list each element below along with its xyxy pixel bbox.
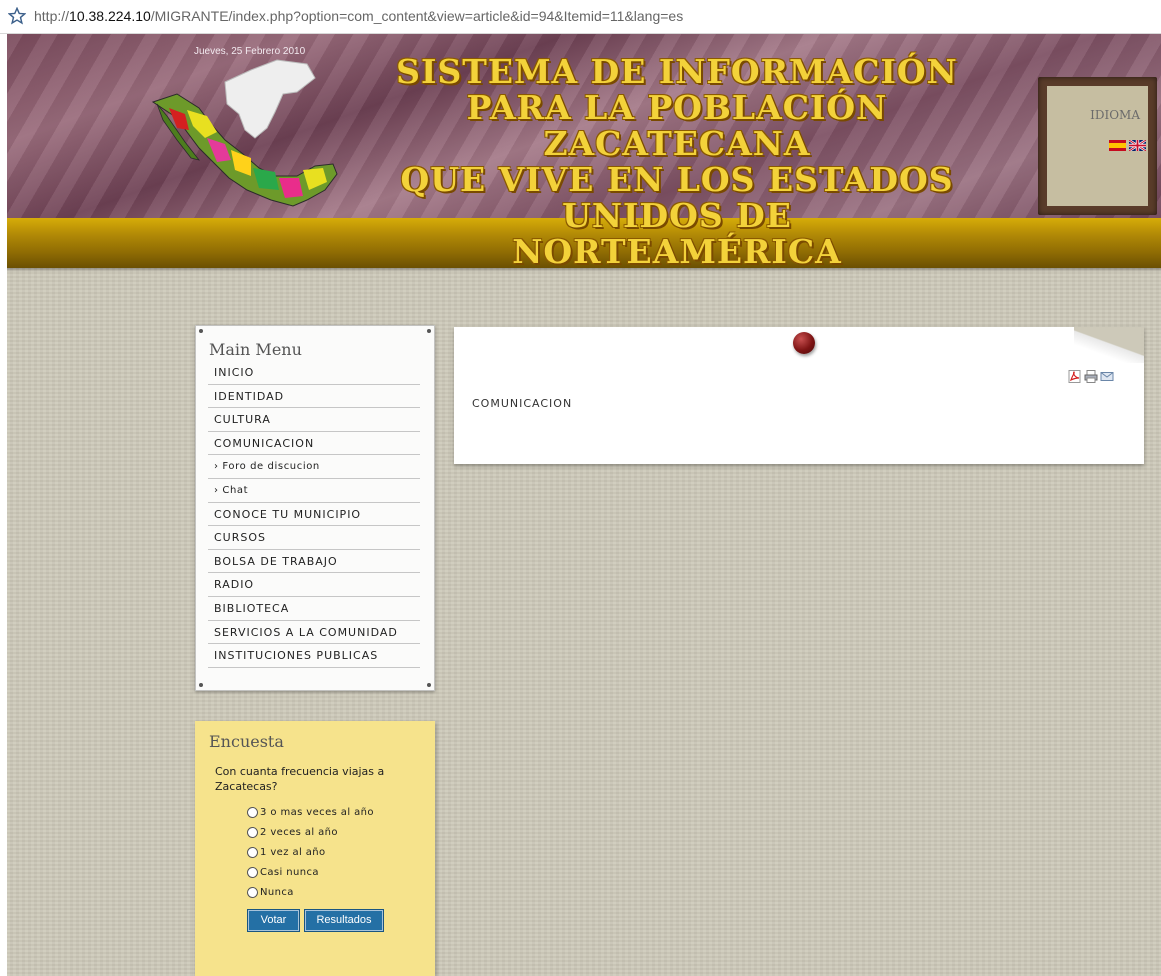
poll-title: Encuesta bbox=[209, 732, 284, 751]
menu-item[interactable]: COMUNICACION bbox=[208, 432, 420, 456]
menu-item[interactable]: IDENTIDAD bbox=[208, 385, 420, 409]
menu-item[interactable]: INSTITUCIONES PUBLICAS bbox=[208, 644, 420, 668]
site-title: SISTEMA DE INFORMACIÓN PARA LA POBLACIÓN… bbox=[337, 54, 1017, 270]
menu-item[interactable]: RADIO bbox=[208, 573, 420, 597]
print-icon[interactable] bbox=[1084, 370, 1098, 383]
article-tools bbox=[1068, 370, 1114, 383]
poll-option-label: 3 o mas veces al año bbox=[260, 806, 374, 818]
corner-pin bbox=[199, 329, 203, 333]
english-flag-icon[interactable] bbox=[1129, 140, 1146, 151]
address-bar[interactable]: http://10.38.224.10/MIGRANTE/index.php?o… bbox=[0, 0, 1161, 34]
poll-panel: Encuesta Con cuanta frecuencia viajas a … bbox=[195, 721, 435, 976]
menu-item[interactable]: CURSOS bbox=[208, 526, 420, 550]
main-menu-title: Main Menu bbox=[209, 340, 302, 359]
menu-item[interactable]: CULTURA bbox=[208, 408, 420, 432]
corner-pin bbox=[427, 683, 431, 687]
bookmark-star-icon[interactable] bbox=[8, 7, 26, 25]
url-scheme: http:// bbox=[34, 8, 70, 24]
poll-option-label: Casi nunca bbox=[260, 866, 319, 878]
pdf-icon[interactable] bbox=[1068, 370, 1082, 383]
title-line-1: SISTEMA DE INFORMACIÓN bbox=[396, 52, 958, 91]
poll-option-label: 2 veces al año bbox=[260, 826, 338, 838]
results-button[interactable]: Resultados bbox=[304, 909, 384, 932]
radio-button[interactable] bbox=[247, 826, 258, 838]
menu-item[interactable]: CONOCE TU MUNICIPIO bbox=[208, 503, 420, 527]
main-menu-list: INICIO IDENTIDAD CULTURA COMUNICACION › Foro… bbox=[208, 361, 420, 668]
header-banner: Jueves, 25 Febrero 2010 SISTEMA DE INFOR… bbox=[7, 34, 1161, 270]
submenu-item[interactable]: › Foro de discucion bbox=[208, 455, 420, 479]
url-path: /MIGRANTE/index.php?option=com_content&v… bbox=[150, 8, 684, 24]
poll-option[interactable]: 3 o mas veces al año bbox=[247, 802, 374, 822]
article-text: COMUNICACION bbox=[472, 397, 573, 410]
vote-button[interactable]: Votar bbox=[247, 909, 300, 932]
menu-item[interactable]: SERVICIOS A LA COMUNIDAD bbox=[208, 621, 420, 645]
poll-options: 3 o mas veces al año 2 veces al año 1 vez … bbox=[247, 802, 374, 902]
corner-pin bbox=[199, 683, 203, 687]
poll-option[interactable]: 1 vez al año bbox=[247, 842, 374, 862]
main-menu: Main Menu INICIO IDENTIDAD CULTURA COMUNICA… bbox=[195, 325, 435, 691]
language-panel: IDIOMA bbox=[1038, 77, 1157, 215]
pushpin-icon bbox=[793, 332, 815, 354]
page-curl bbox=[1074, 327, 1144, 363]
radio-button[interactable] bbox=[247, 866, 258, 878]
poll-option[interactable]: 2 veces al año bbox=[247, 822, 374, 842]
language-label: IDIOMA bbox=[1090, 108, 1140, 122]
poll-option-label: 1 vez al año bbox=[260, 846, 326, 858]
mexico-map-logo bbox=[151, 59, 338, 207]
title-line-2: PARA LA POBLACIÓN ZACATECANA bbox=[466, 88, 888, 163]
poll-option-label: Nunca bbox=[260, 886, 294, 898]
url-text[interactable]: http://10.38.224.10/MIGRANTE/index.php?o… bbox=[34, 8, 683, 24]
radio-button[interactable] bbox=[247, 846, 258, 858]
radio-button[interactable] bbox=[247, 806, 258, 818]
article-card: COMUNICACION bbox=[454, 327, 1144, 464]
submenu-item[interactable]: › Chat bbox=[208, 479, 420, 503]
menu-item[interactable]: BIBLIOTECA bbox=[208, 597, 420, 621]
title-line-3: QUE VIVE EN LOS ESTADOS UNIDOS DE bbox=[400, 160, 954, 235]
email-icon[interactable] bbox=[1100, 370, 1114, 383]
poll-option[interactable]: Casi nunca bbox=[247, 862, 374, 882]
menu-item[interactable]: INICIO bbox=[208, 361, 420, 385]
title-line-4: NORTEAMÉRICA bbox=[512, 232, 842, 271]
poll-option[interactable]: Nunca bbox=[247, 882, 374, 902]
poll-question: Con cuanta frecuencia viajas a Zacatecas… bbox=[215, 765, 385, 793]
url-host: 10.38.224.10 bbox=[69, 8, 151, 24]
menu-item[interactable]: BOLSA DE TRABAJO bbox=[208, 550, 420, 574]
corner-pin bbox=[427, 329, 431, 333]
page: Jueves, 25 Febrero 2010 SISTEMA DE INFOR… bbox=[7, 34, 1161, 976]
spanish-flag-icon[interactable] bbox=[1109, 140, 1126, 151]
radio-button[interactable] bbox=[247, 886, 258, 898]
